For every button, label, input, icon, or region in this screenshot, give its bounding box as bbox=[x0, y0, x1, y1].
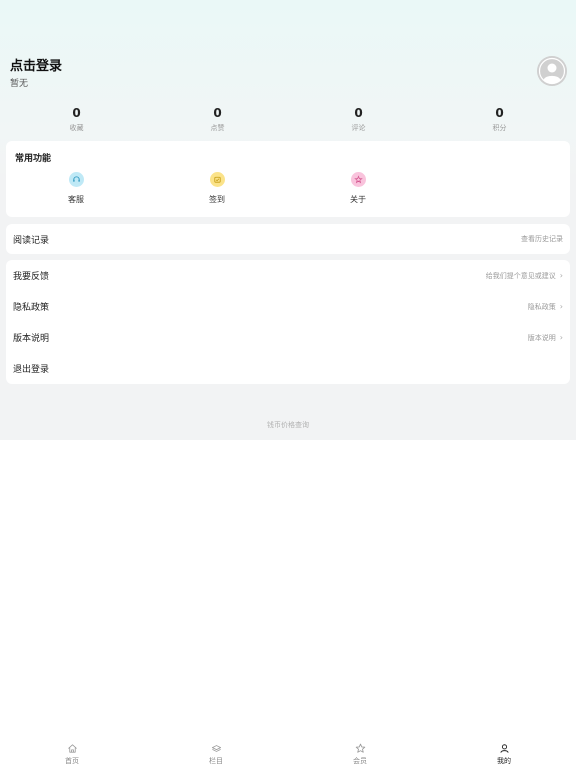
reading-history-title: 阅读记录 bbox=[13, 235, 50, 246]
stat-label: 收藏 bbox=[69, 124, 84, 132]
stat-label: 评论 bbox=[351, 124, 366, 132]
stat-value: 0 bbox=[495, 106, 504, 120]
menu-item-title: 退出登录 bbox=[13, 365, 50, 375]
function-check-in[interactable]: 签到 bbox=[187, 172, 247, 205]
check-in-icon bbox=[209, 172, 225, 187]
stat-label: 点赞 bbox=[210, 124, 225, 132]
profile-section[interactable]: 点击登录 暂无 bbox=[10, 58, 62, 89]
menu-item-hint: 版本说明 bbox=[527, 333, 556, 342]
chevron-right-icon: › bbox=[559, 302, 563, 311]
tab-mine[interactable]: 我的 bbox=[432, 736, 576, 768]
stat-likes[interactable]: 0 点赞 bbox=[147, 106, 288, 133]
star-icon bbox=[355, 743, 365, 753]
view-history-link[interactable]: 查看历史记录 bbox=[521, 234, 563, 244]
tab-label: 我的 bbox=[497, 757, 511, 765]
menu-item-title: 我要反馈 bbox=[13, 272, 50, 282]
stat-value: 0 bbox=[72, 106, 81, 120]
app-name-footer: 钱币价格查询 bbox=[267, 421, 309, 429]
tab-label: 会员 bbox=[353, 757, 367, 765]
menu-item-hint: 给我们提个意见或建议 bbox=[485, 271, 556, 280]
customer-service-icon bbox=[68, 172, 84, 187]
avatar[interactable] bbox=[537, 56, 567, 86]
function-label: 签到 bbox=[209, 195, 225, 204]
stat-value: 0 bbox=[354, 106, 363, 120]
menu-item-hint: 隐私政策 bbox=[527, 302, 556, 311]
settings-menu-card: 我要反馈 给我们提个意见或建议 › 隐私政策 隐私政策 › 版本说明 版本说明 … bbox=[6, 260, 570, 384]
stat-favorites[interactable]: 0 收藏 bbox=[6, 106, 147, 133]
chevron-right-icon: › bbox=[559, 271, 563, 280]
bottom-tab-bar: 首页 栏目 会员 我的 bbox=[0, 736, 576, 768]
function-about[interactable]: 关于 bbox=[328, 172, 388, 205]
stat-label: 积分 bbox=[492, 124, 507, 132]
menu-item-feedback[interactable]: 我要反馈 给我们提个意见或建议 › bbox=[6, 260, 570, 291]
function-label: 关于 bbox=[350, 195, 366, 204]
tab-home[interactable]: 首页 bbox=[0, 736, 144, 768]
stats-bar: 0 收藏 0 点赞 0 评论 0 积分 bbox=[6, 106, 570, 133]
menu-item-title: 版本说明 bbox=[13, 334, 50, 344]
tab-label: 栏目 bbox=[209, 757, 223, 765]
view-history-label: 查看历史记录 bbox=[521, 235, 563, 243]
user-icon bbox=[499, 744, 509, 753]
function-customer-service[interactable]: 客服 bbox=[46, 172, 106, 205]
stat-value: 0 bbox=[213, 106, 222, 120]
function-label: 客服 bbox=[68, 195, 84, 204]
chevron-right-icon: › bbox=[559, 333, 563, 342]
about-icon bbox=[350, 172, 366, 187]
reading-history-card[interactable]: 阅读记录 查看历史记录 bbox=[6, 224, 570, 254]
stat-comments[interactable]: 0 评论 bbox=[288, 106, 429, 133]
common-functions-title: 常用功能 bbox=[15, 154, 52, 164]
avatar-icon bbox=[537, 56, 567, 86]
menu-item-logout[interactable]: 退出登录 bbox=[6, 353, 570, 384]
category-icon bbox=[211, 745, 221, 752]
menu-item-privacy[interactable]: 隐私政策 隐私政策 › bbox=[6, 291, 570, 322]
menu-item-version[interactable]: 版本说明 版本说明 › bbox=[6, 322, 570, 353]
profile-subtitle: 暂无 bbox=[10, 79, 29, 89]
stat-points[interactable]: 0 积分 bbox=[429, 106, 570, 133]
tab-category[interactable]: 栏目 bbox=[144, 736, 288, 768]
home-icon bbox=[67, 744, 77, 753]
menu-item-title: 隐私政策 bbox=[13, 303, 50, 313]
login-link[interactable]: 点击登录 bbox=[10, 58, 62, 75]
common-functions-card: 常用功能 客服 签到 关于 bbox=[6, 141, 570, 217]
tab-member[interactable]: 会员 bbox=[288, 736, 432, 768]
tab-label: 首页 bbox=[65, 757, 79, 765]
